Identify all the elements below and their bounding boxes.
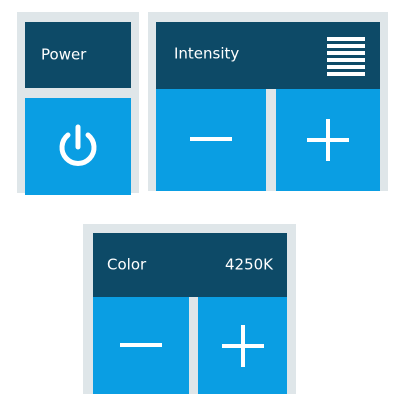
plus-icon: [221, 324, 264, 367]
intensity-header: Intensity: [156, 22, 380, 89]
color-temperature-value: 4250K: [224, 255, 273, 274]
intensity-card: Intensity: [148, 12, 388, 191]
power-header: Power: [25, 22, 131, 88]
power-button[interactable]: [25, 98, 131, 195]
power-label: Power: [41, 45, 87, 64]
minus-icon: [120, 342, 162, 347]
color-header: Color 4250K: [93, 233, 287, 297]
plus-icon: [307, 119, 349, 161]
color-increase-button[interactable]: [198, 297, 287, 394]
color-card: Color 4250K: [83, 224, 296, 394]
color-decrease-button[interactable]: [93, 297, 189, 394]
intensity-decrease-button[interactable]: [156, 89, 266, 191]
color-label: Color: [107, 255, 147, 274]
intensity-level-icon: [327, 37, 365, 76]
intensity-label: Intensity: [174, 44, 240, 63]
power-card: Power: [17, 12, 139, 195]
minus-icon: [190, 137, 232, 141]
intensity-increase-button[interactable]: [276, 89, 380, 191]
power-icon: [59, 124, 97, 166]
